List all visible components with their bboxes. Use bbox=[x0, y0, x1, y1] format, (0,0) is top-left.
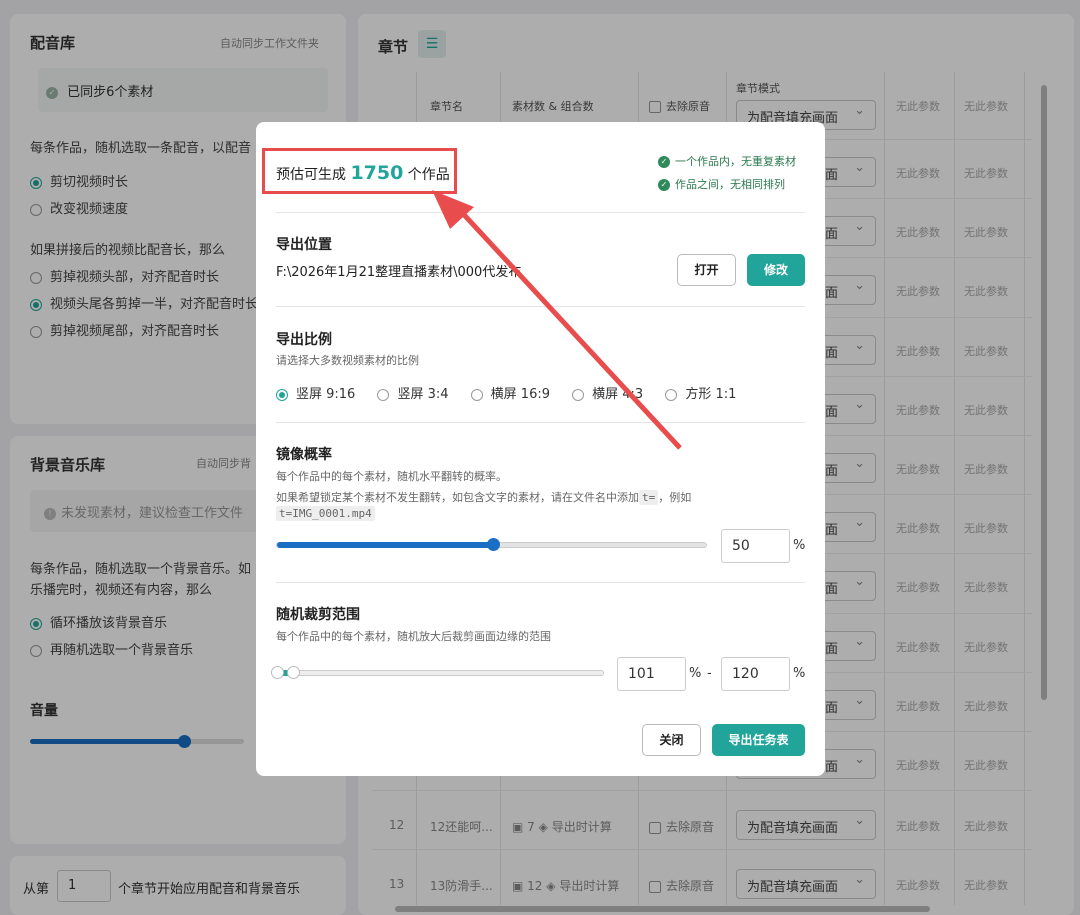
arrow-annotation bbox=[432, 190, 682, 450]
arrow-shaft bbox=[453, 203, 682, 450]
arrow-head bbox=[432, 190, 474, 229]
